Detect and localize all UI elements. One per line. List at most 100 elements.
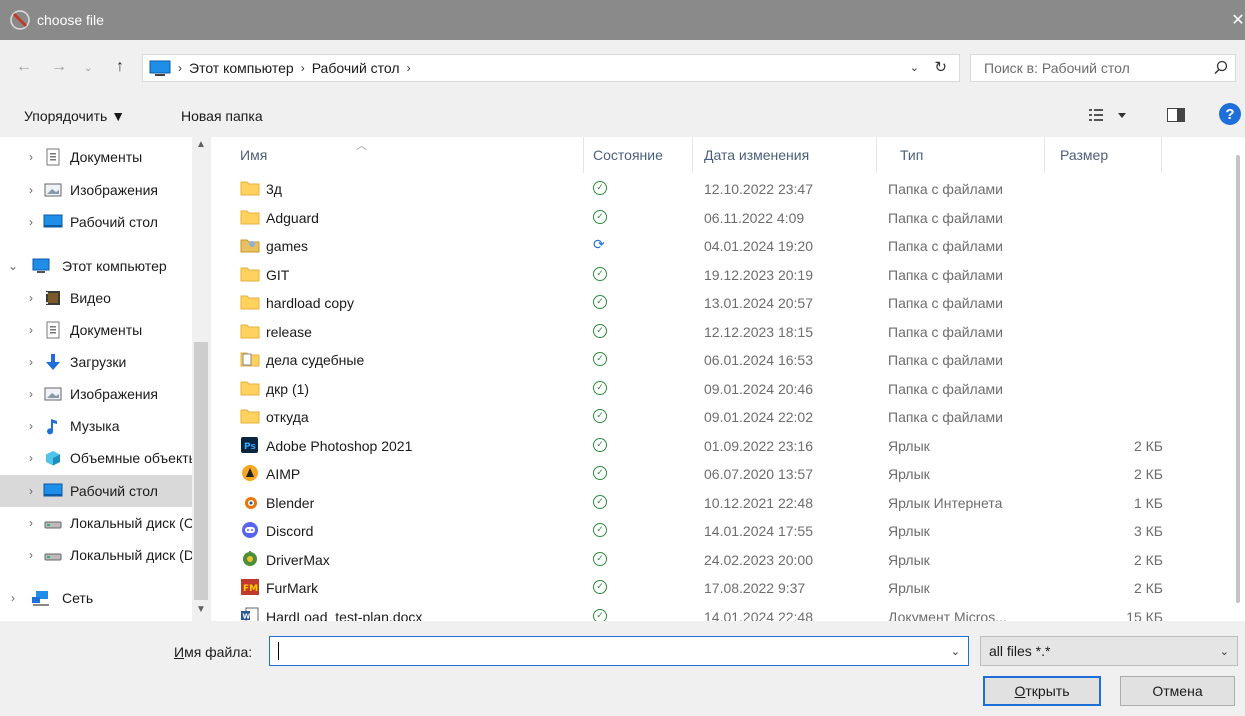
nav-item-label: Документы [70, 149, 143, 165]
chevron-right-icon[interactable]: › [24, 484, 38, 498]
recent-chevron-down-icon[interactable]: ⌄ [84, 63, 92, 74]
chevron-right-icon[interactable]: › [24, 291, 38, 305]
file-row[interactable]: 3д ✓ 12.10.2022 23:47 Папка с файлами [211, 174, 1231, 202]
scroll-up-icon[interactable]: ▲ [192, 139, 210, 150]
column-divider[interactable] [1161, 137, 1162, 173]
column-header-name[interactable]: Имя [240, 137, 267, 173]
file-row[interactable]: дкр (1) ✓ 09.01.2024 20:46 Папка с файлами [211, 374, 1231, 402]
nav-item[interactable]: › Локальный диск (D:) [0, 539, 192, 571]
view-options-icon[interactable] [1088, 107, 1130, 126]
file-name: AIMP [266, 466, 301, 482]
chevron-right-icon[interactable]: › [24, 419, 38, 433]
column-header-size[interactable]: Размер [1060, 137, 1108, 173]
breadcrumb-this-pc[interactable]: Этот компьютер [189, 60, 294, 76]
chevron-right-icon[interactable]: › [6, 591, 20, 605]
dialog-footer: Имя файла: ⌄ all files *.* ⌄ Открыть Отм… [0, 622, 1245, 716]
chevron-down-icon[interactable]: ⌄ [6, 259, 20, 273]
chevron-right-icon[interactable]: › [24, 516, 38, 530]
navigation-pane[interactable]: › Документы › Изображения › Рабочий стол ⌄ Этот… [0, 137, 210, 621]
nav-item[interactable]: › Локальный диск (C:) [0, 507, 192, 539]
nav-item[interactable]: › Документы [0, 141, 192, 173]
file-row[interactable]: откуда ✓ 09.01.2024 22:02 Папка с файлами [211, 402, 1231, 430]
chevron-right-icon[interactable]: › [24, 323, 38, 337]
column-divider[interactable] [692, 137, 693, 173]
column-header-modified[interactable]: Дата изменения [704, 137, 809, 173]
chevron-down-icon[interactable]: ⌄ [1220, 645, 1229, 658]
filename-dropdown-icon[interactable]: ⌄ [951, 645, 960, 658]
file-row[interactable]: GIT ✓ 19.12.2023 20:19 Папка с файлами [211, 260, 1231, 288]
nav-item[interactable]: › Загрузки [0, 346, 192, 378]
file-name: hardload copy [266, 295, 354, 311]
up-arrow-icon[interactable]: ↑ [116, 58, 124, 76]
file-type-filter-value: all files *.* [989, 643, 1051, 659]
chevron-right-icon[interactable]: › [24, 355, 38, 369]
search-box[interactable] [970, 54, 1236, 82]
nav-item[interactable]: › Сеть [0, 582, 192, 614]
file-row[interactable]: Discord ✓ 14.01.2024 17:55 Ярлык 3 КБ [211, 516, 1231, 544]
file-row[interactable]: дела судебные ✓ 06.01.2024 16:53 Папка с фа… [211, 345, 1231, 373]
chevron-right-icon[interactable]: › [24, 215, 38, 229]
nav-item[interactable]: › Объемные объекты [0, 442, 192, 474]
cancel-button[interactable]: Отмена [1120, 676, 1235, 706]
filename-combobox[interactable]: ⌄ [269, 636, 969, 666]
address-bar[interactable]: › Этот компьютер › Рабочий стол › ⌄ ↻ [142, 54, 960, 82]
file-size: 15 КБ [1126, 608, 1163, 622]
file-type: Папка с файлами [888, 323, 1003, 340]
file-row[interactable]: Adguard ✓ 06.11.2022 4:09 Папка с файлами [211, 203, 1231, 231]
chevron-right-icon[interactable]: › [24, 150, 38, 164]
file-row[interactable]: hardload copy ✓ 13.01.2024 20:57 Папка с фа… [211, 288, 1231, 316]
breadcrumb-desktop[interactable]: Рабочий стол [312, 60, 400, 76]
file-row[interactable]: release ✓ 12.12.2023 18:15 Папка с файлами [211, 317, 1231, 345]
nav-item[interactable]: › Музыка [0, 410, 192, 442]
sync-ok-icon: ✓ [593, 494, 607, 509]
address-dropdown-icon[interactable]: ⌄ [910, 61, 919, 74]
nav-item[interactable]: › Документы [0, 314, 192, 346]
file-row[interactable]: Ps Adobe Photoshop 2021 ✓ 01.09.2022 23:16 Я… [211, 431, 1231, 459]
back-arrow-icon[interactable]: ← [16, 58, 32, 76]
search-input[interactable] [971, 60, 1201, 76]
help-icon[interactable]: ? [1219, 103, 1241, 125]
filename-input[interactable] [276, 641, 936, 661]
chevron-right-icon[interactable]: › [24, 183, 38, 197]
column-header-status[interactable]: Состояние [593, 137, 663, 173]
file-row[interactable]: games ⟳ 04.01.2024 19:20 Папка с файлами [211, 231, 1231, 259]
nav-item[interactable]: › Рабочий стол [0, 206, 192, 238]
file-row[interactable]: Blender ✓ 10.12.2021 22:48 Ярлык Интернета 1… [211, 488, 1231, 516]
nav-item[interactable]: › Изображения [0, 378, 192, 410]
file-type-filter[interactable]: all files *.* ⌄ [980, 636, 1238, 666]
preview-pane-icon[interactable] [1167, 108, 1185, 122]
file-row[interactable]: FM FurMark ✓ 17.08.2022 9:37 Ярлык 2 КБ [211, 573, 1231, 601]
column-divider[interactable] [876, 137, 877, 173]
file-row[interactable]: DriverMax ✓ 24.02.2023 20:00 Ярлык 2 КБ [211, 545, 1231, 573]
column-divider[interactable] [583, 137, 584, 173]
scroll-down-icon[interactable]: ▼ [192, 604, 210, 615]
nav-item[interactable]: ⌄ Этот компьютер [0, 250, 192, 282]
new-folder-button[interactable]: Новая папка [181, 108, 263, 124]
organize-button[interactable]: Упорядочить ▼ [24, 108, 125, 124]
file-row[interactable]: W HardLoad_test-plan.docx ✓ 14.01.2024 22:4… [211, 602, 1231, 622]
chevron-right-icon[interactable]: › [24, 451, 38, 465]
nav-item[interactable]: › Рабочий стол [0, 475, 192, 507]
file-list[interactable]: ︿ Имя Состояние Дата изменения Тип Разме… [211, 137, 1245, 621]
close-icon[interactable]: ✕ [1231, 0, 1245, 40]
column-header-type[interactable]: Тип [900, 137, 923, 173]
chevron-right-icon[interactable]: › [24, 548, 38, 562]
search-icon[interactable] [1213, 60, 1229, 76]
file-name: откуда [266, 409, 309, 425]
nav-item-label: Этот компьютер [62, 258, 167, 274]
nav-scrollbar-thumb[interactable] [194, 342, 208, 600]
forward-arrow-icon[interactable]: → [51, 58, 67, 76]
nav-scrollbar[interactable]: ▲ ▼ [192, 137, 210, 621]
column-divider[interactable] [1044, 137, 1045, 173]
open-button[interactable]: Открыть [983, 676, 1101, 706]
folder-icon [240, 208, 260, 226]
chevron-right-icon[interactable]: › [24, 387, 38, 401]
nav-item[interactable]: › Видео [0, 282, 192, 314]
nav-item-label: Изображения [70, 182, 158, 198]
breadcrumb-chevron-icon[interactable]: › [407, 61, 411, 75]
file-scrollbar[interactable] [1231, 137, 1245, 621]
nav-item[interactable]: › Изображения [0, 174, 192, 206]
refresh-icon[interactable]: ↻ [934, 58, 947, 76]
file-row[interactable]: AIMP ✓ 06.07.2020 13:57 Ярлык 2 КБ [211, 459, 1231, 487]
file-scrollbar-thumb[interactable] [1236, 155, 1240, 603]
